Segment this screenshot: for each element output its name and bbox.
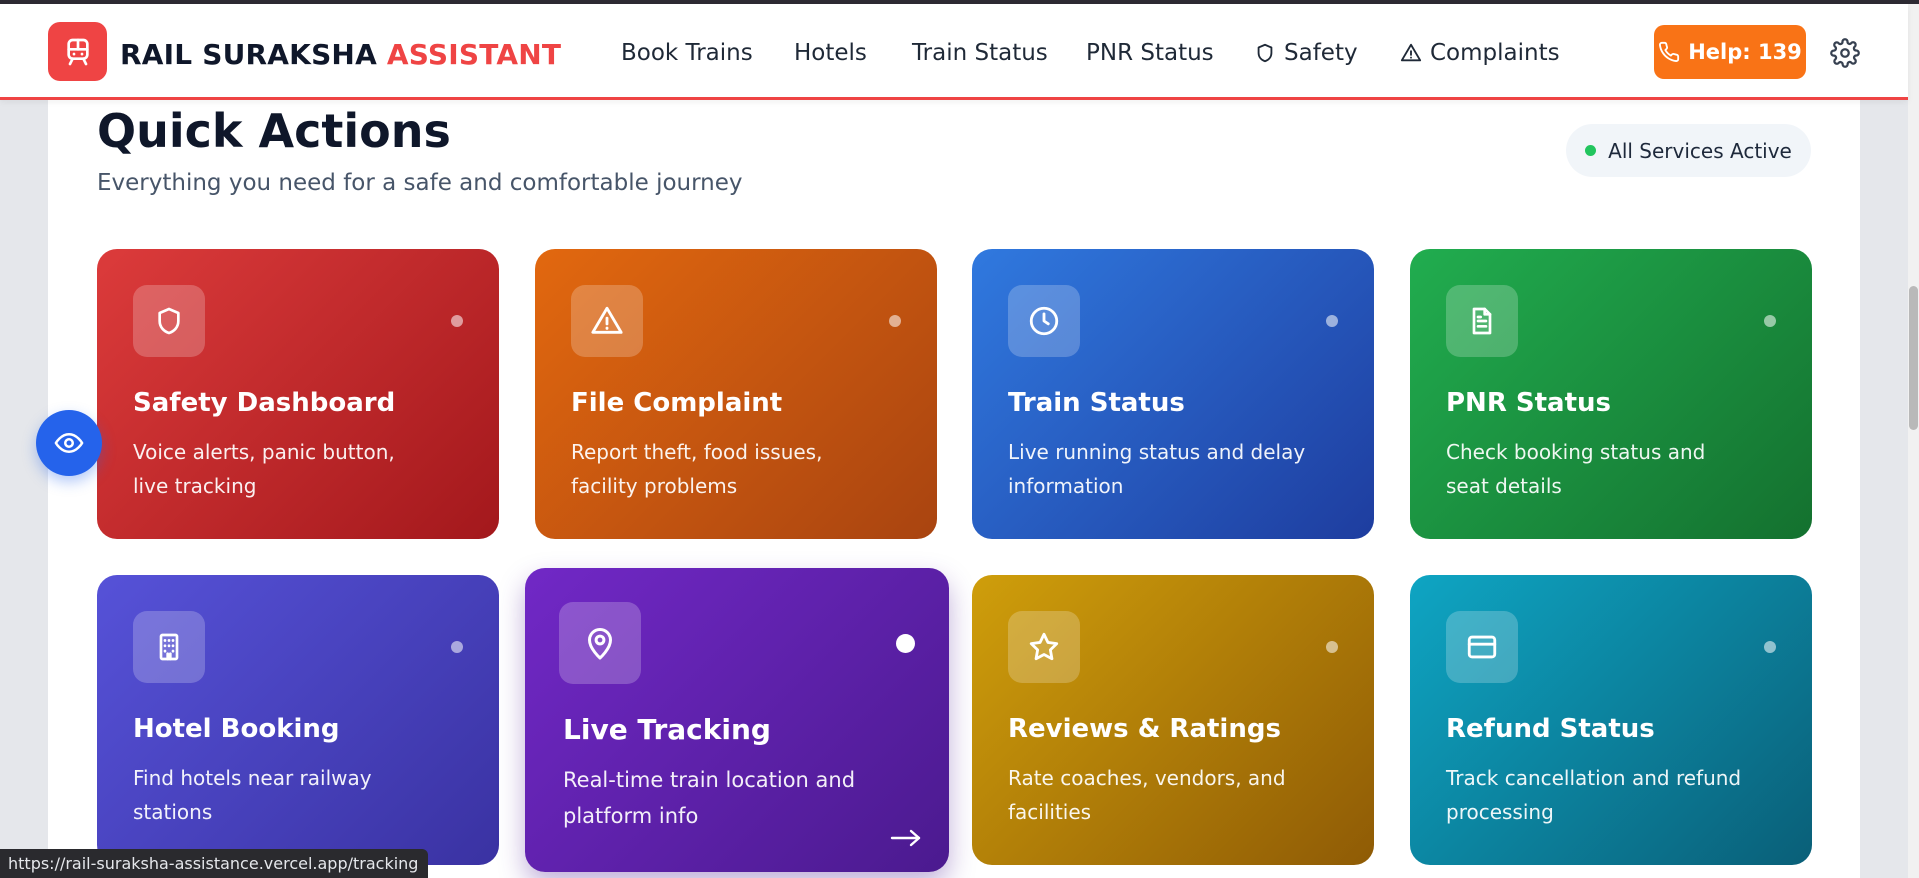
services-status-badge: All Services Active bbox=[1566, 124, 1811, 177]
map-pin-icon bbox=[559, 602, 641, 684]
star-icon bbox=[1008, 611, 1080, 683]
nav-label: Book Trains bbox=[621, 40, 753, 66]
card-pnr-status[interactable]: PNR Status Check booking status and seat… bbox=[1410, 249, 1812, 539]
accessibility-view-button[interactable] bbox=[36, 410, 102, 476]
nav-complaints[interactable]: Complaints bbox=[1400, 40, 1560, 66]
card-title: Live Tracking bbox=[563, 713, 771, 746]
scrollbar-thumb[interactable] bbox=[1909, 286, 1918, 430]
card-title: File Complaint bbox=[571, 388, 783, 418]
phone-icon bbox=[1659, 41, 1680, 62]
nav-train-status[interactable]: Train Status bbox=[912, 40, 1048, 66]
shield-icon bbox=[133, 285, 205, 357]
nav-book-trains[interactable]: Book Trains bbox=[621, 40, 753, 66]
card-description: Track cancellation and refund processing bbox=[1446, 766, 1742, 824]
indicator-dot bbox=[1764, 315, 1776, 327]
nav-label: Train Status bbox=[912, 40, 1048, 66]
indicator-dot bbox=[889, 315, 901, 327]
nav-label: Safety bbox=[1284, 40, 1358, 66]
page-subtitle: Everything you need for a safe and comfo… bbox=[97, 170, 743, 196]
gear-icon[interactable] bbox=[1830, 38, 1860, 68]
card-title: Hotel Booking bbox=[133, 714, 340, 744]
card-title: Train Status bbox=[1008, 388, 1185, 418]
card-description: Rate coaches, vendors, and facilities bbox=[1008, 766, 1286, 824]
nav-safety[interactable]: Safety bbox=[1254, 40, 1358, 66]
card-live-tracking[interactable]: Live Tracking Real-time train location a… bbox=[525, 568, 949, 872]
card-hotel-booking[interactable]: Hotel Booking Find hotels near railway s… bbox=[97, 575, 499, 865]
warning-icon bbox=[1400, 43, 1422, 62]
indicator-dot bbox=[451, 641, 463, 653]
clock-icon bbox=[1008, 285, 1080, 357]
card-description: Real-time train location and platform in… bbox=[563, 768, 856, 828]
nav-label: PNR Status bbox=[1086, 40, 1214, 66]
shield-icon bbox=[1257, 43, 1273, 63]
card-train-status[interactable]: Train Status Live running status and del… bbox=[972, 249, 1374, 539]
nav-label: Complaints bbox=[1430, 40, 1560, 66]
top-navbar: RAIL SURAKSHA ASSISTANT Book Trains Hote… bbox=[0, 4, 1908, 100]
nav-hotels[interactable]: Hotels bbox=[794, 40, 867, 66]
card-description: Voice alerts, panic button, live trackin… bbox=[133, 440, 395, 498]
card-title: Reviews & Ratings bbox=[1008, 714, 1281, 744]
card-safety-dashboard[interactable]: Safety Dashboard Voice alerts, panic but… bbox=[97, 249, 499, 539]
document-icon bbox=[1446, 285, 1518, 357]
status-dot-icon bbox=[1585, 145, 1597, 156]
train-logo-icon[interactable] bbox=[48, 22, 107, 81]
indicator-dot bbox=[451, 315, 463, 327]
card-title: PNR Status bbox=[1446, 388, 1612, 418]
brand-accent: ASSISTANT bbox=[386, 38, 562, 71]
indicator-dot bbox=[896, 634, 915, 653]
nav-pnr-status[interactable]: PNR Status bbox=[1086, 40, 1214, 66]
link-status-url: https://rail-suraksha-assistance.vercel.… bbox=[0, 849, 429, 878]
brand-main: RAIL SURAKSHA bbox=[120, 38, 377, 71]
help-label: Help: 139 bbox=[1688, 40, 1802, 64]
card-reviews-ratings[interactable]: Reviews & Ratings Rate coaches, vendors,… bbox=[972, 575, 1374, 865]
services-status-label: All Services Active bbox=[1608, 138, 1792, 163]
credit-card-icon bbox=[1446, 611, 1518, 683]
arrow-right-icon bbox=[890, 829, 921, 847]
card-description: Check booking status and seat details bbox=[1446, 440, 1706, 498]
indicator-dot bbox=[1764, 641, 1776, 653]
page-title: Quick Actions bbox=[97, 104, 451, 158]
card-description: Find hotels near railway stations bbox=[133, 766, 372, 824]
indicator-dot bbox=[1326, 315, 1338, 327]
building-icon bbox=[133, 611, 205, 683]
card-refund-status[interactable]: Refund Status Track cancellation and ref… bbox=[1410, 575, 1812, 865]
page-scrollbar[interactable] bbox=[1908, 4, 1919, 878]
indicator-dot bbox=[1326, 641, 1338, 653]
eye-icon bbox=[54, 433, 84, 453]
warning-icon bbox=[571, 285, 643, 357]
card-title: Safety Dashboard bbox=[133, 388, 396, 418]
card-description: Report theft, food issues, facility prob… bbox=[571, 440, 823, 498]
card-title: Refund Status bbox=[1446, 714, 1655, 744]
help-call-button[interactable]: Help: 139 bbox=[1654, 25, 1806, 79]
brand-name[interactable]: RAIL SURAKSHA ASSISTANT bbox=[120, 38, 561, 71]
card-file-complaint[interactable]: File Complaint Report theft, food issues… bbox=[535, 249, 937, 539]
card-description: Live running status and delay informatio… bbox=[1008, 440, 1306, 498]
nav-label: Hotels bbox=[794, 40, 867, 66]
